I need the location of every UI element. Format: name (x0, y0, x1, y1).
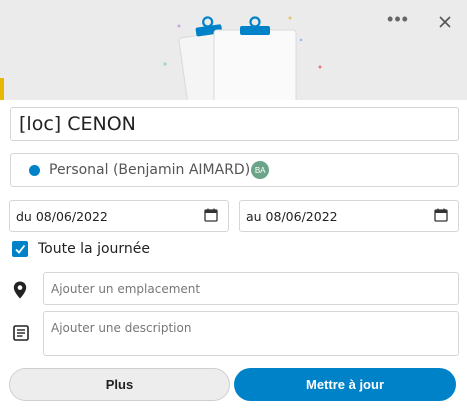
map-marker-icon (13, 281, 27, 299)
more-button-label: Plus (105, 377, 134, 392)
close-button[interactable] (433, 10, 457, 34)
calendar-icon (204, 208, 218, 222)
calendar-icon (434, 208, 448, 222)
update-button-label: Mettre à jour (305, 377, 384, 392)
more-horizontal-icon: ••• (387, 9, 409, 29)
calendar-picker[interactable]: Personal (Benjamin AIMARD) BA (10, 153, 459, 187)
more-options-button[interactable]: ••• (386, 9, 410, 31)
all-day-toggle[interactable]: Toute la journée (12, 240, 150, 258)
event-title-text: [loc] CENON (19, 113, 136, 135)
avatar: BA (251, 161, 270, 179)
location-placeholder: Ajouter un emplacement (51, 281, 201, 296)
description-input[interactable]: Ajouter une description (43, 311, 459, 356)
end-date-text: au 08/06/2022 (246, 208, 338, 224)
start-date-text: du 08/06/2022 (16, 208, 108, 224)
end-date-field[interactable]: au 08/06/2022 (239, 200, 459, 232)
popover-header: ••• (0, 0, 467, 100)
close-icon (439, 16, 451, 28)
all-day-checkbox[interactable] (12, 241, 28, 257)
location-input[interactable]: Ajouter un emplacement (43, 272, 459, 305)
start-date-field[interactable]: du 08/06/2022 (9, 200, 229, 232)
calendar-color-dot (29, 164, 40, 176)
description-placeholder: Ajouter une description (51, 321, 192, 335)
event-title-input[interactable]: [loc] CENON (10, 107, 459, 141)
more-button[interactable]: Plus (9, 368, 230, 401)
all-day-label: Toute la journée (38, 241, 151, 257)
update-button[interactable]: Mettre à jour (234, 368, 456, 401)
checkmark-icon (15, 244, 26, 254)
calendar-label: Personal (Benjamin AIMARD) (49, 162, 251, 178)
text-lines-icon (13, 325, 29, 341)
